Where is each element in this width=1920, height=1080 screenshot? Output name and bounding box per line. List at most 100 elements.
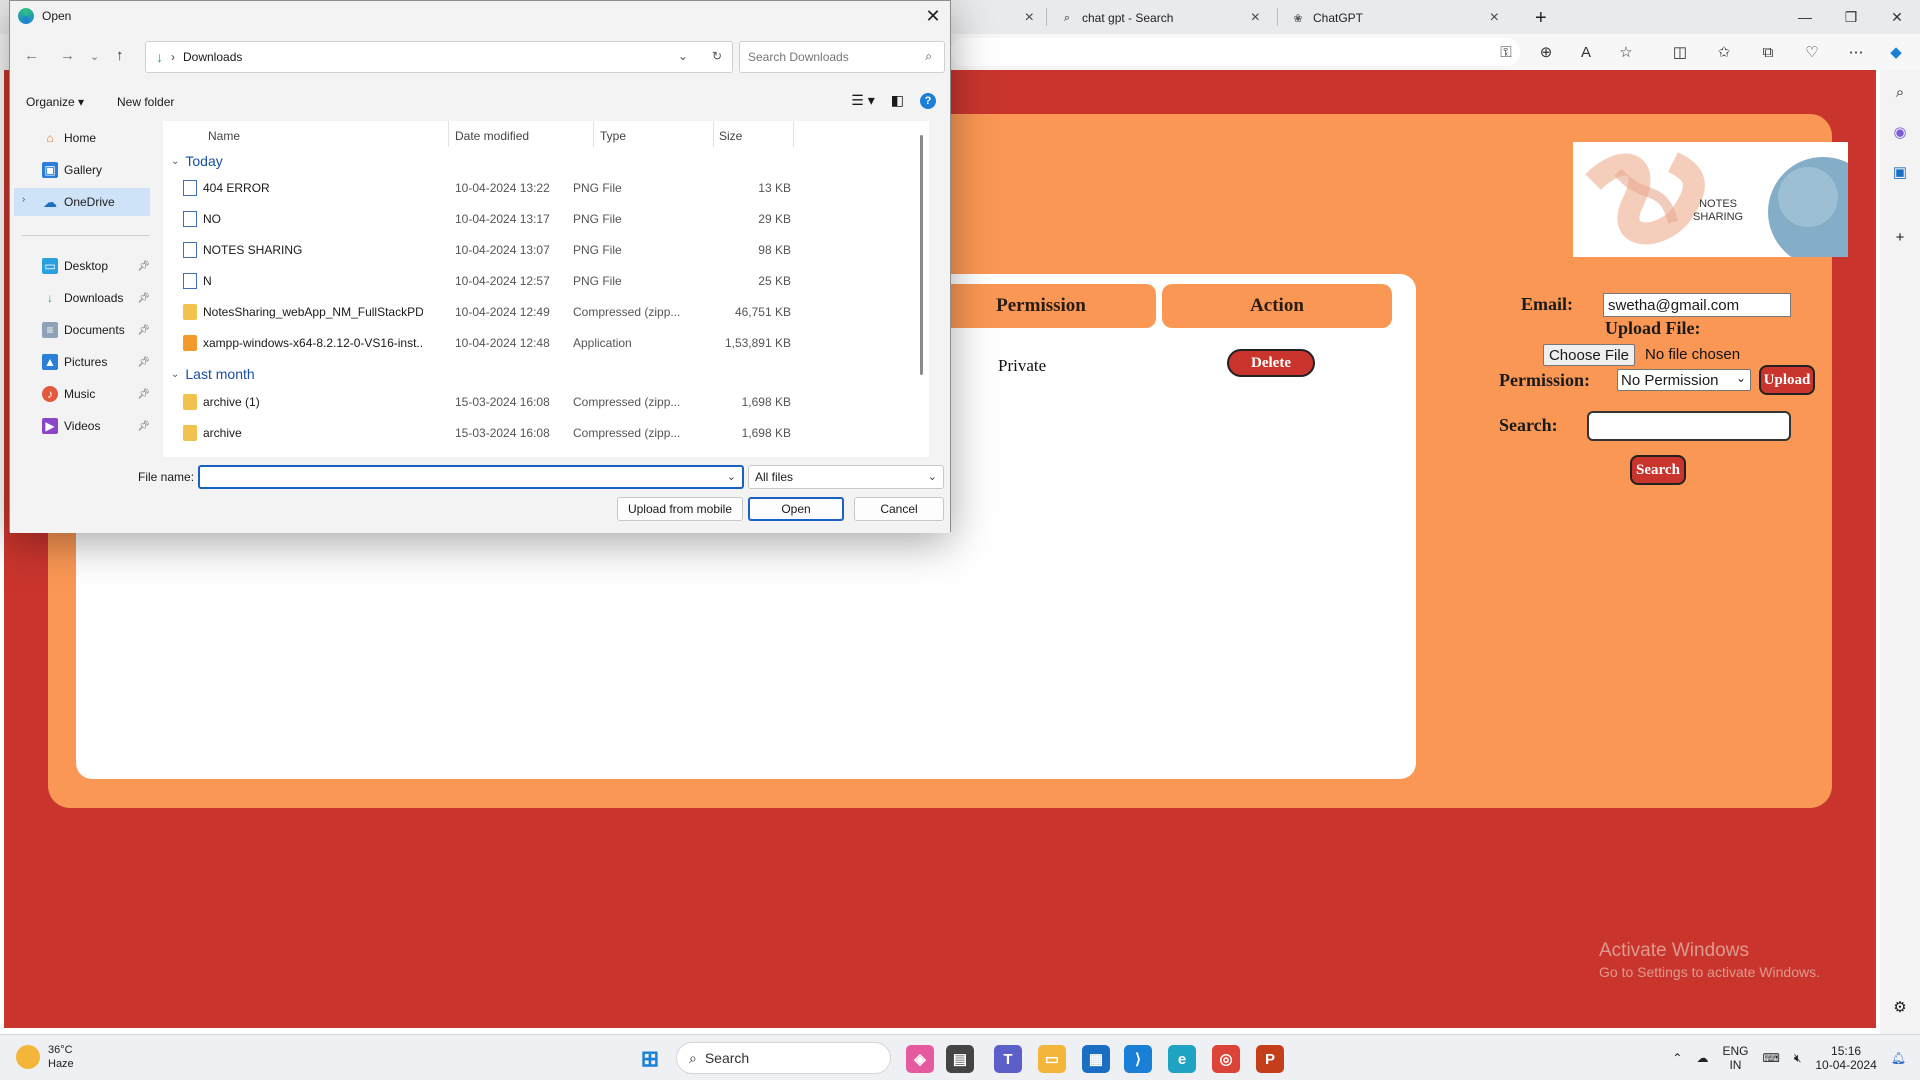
- file-row[interactable]: NO 10-04-2024 13:17 PNG File 29 KB: [183, 206, 791, 232]
- sidebar-item-videos[interactable]: ▶ Videos 📌︎: [42, 413, 150, 439]
- clock[interactable]: 15:16 10-04-2024: [1815, 1044, 1876, 1072]
- weather-widget[interactable]: 36°C Haze: [16, 1043, 74, 1071]
- recent-chevron-icon[interactable]: ⌄: [90, 50, 99, 63]
- region-code: IN: [1729, 1058, 1742, 1072]
- taskbar-search[interactable]: ⌕ Search: [676, 1042, 891, 1074]
- breadcrumb[interactable]: ↓ › Downloads ⌄ ↻: [145, 41, 733, 73]
- forward-arrow-icon[interactable]: →: [60, 47, 75, 64]
- restore-icon[interactable]: ❐: [1828, 0, 1874, 34]
- file-row[interactable]: archive 15-03-2024 16:08 Compressed (zipp.…: [183, 420, 791, 446]
- column-header-name[interactable]: Name: [208, 129, 240, 143]
- outlook-icon[interactable]: ▣: [1888, 160, 1912, 184]
- sidebar-item-downloads[interactable]: ↓ Downloads 📌︎: [42, 285, 150, 311]
- search-icon[interactable]: ⌕: [1888, 80, 1912, 104]
- start-windows-icon[interactable]: ⊞: [636, 1045, 664, 1073]
- open-button[interactable]: Open: [748, 497, 844, 521]
- close-tab-icon[interactable]: ×: [1251, 9, 1260, 27]
- upload-button[interactable]: Upload: [1759, 365, 1815, 395]
- tab-chatgpt[interactable]: ❀ ChatGPT ×: [1281, 2, 1509, 34]
- language-indicator[interactable]: ENG IN: [1722, 1044, 1748, 1072]
- file-row[interactable]: xampp-windows-x64-8.2.12-0-VS16-inst... 1…: [183, 330, 791, 356]
- chevron-down-icon[interactable]: ⌄: [678, 49, 688, 63]
- group-header-last-month[interactable]: ⌄ Last month: [171, 366, 255, 382]
- column-header-size[interactable]: Size: [719, 129, 742, 143]
- chevron-down-icon[interactable]: ⌄: [727, 470, 736, 483]
- up-arrow-icon[interactable]: ↑: [116, 47, 124, 64]
- close-icon[interactable]: ✕: [922, 5, 944, 27]
- copilot-icon[interactable]: ◆: [1884, 40, 1908, 64]
- file-row[interactable]: 404 ERROR 10-04-2024 13:22 PNG File 13 KB: [183, 175, 791, 201]
- organize-button[interactable]: Organize ▾: [26, 95, 84, 109]
- file-explorer-icon[interactable]: ▭: [1038, 1045, 1066, 1073]
- powerpoint-icon[interactable]: P: [1256, 1045, 1284, 1073]
- delete-button[interactable]: Delete: [1227, 349, 1315, 377]
- preview-pane-icon[interactable]: ◧: [891, 92, 904, 109]
- volume-muted-icon[interactable]: 🔇︎: [1794, 1051, 1802, 1065]
- search-input[interactable]: [1587, 411, 1791, 441]
- store-icon[interactable]: ▦: [1082, 1045, 1110, 1073]
- task-view-icon[interactable]: ▤: [946, 1045, 974, 1073]
- close-tab-icon[interactable]: ×: [1025, 9, 1034, 27]
- wifi-icon[interactable]: ⌨: [1762, 1051, 1779, 1065]
- address-bar[interactable]: [950, 38, 1520, 66]
- column-header-date[interactable]: Date modified: [455, 129, 529, 143]
- collections-icon[interactable]: ⧉: [1756, 40, 1780, 64]
- vscode-icon[interactable]: ⟩: [1124, 1045, 1152, 1073]
- file-name-input[interactable]: ⌄: [198, 465, 744, 489]
- column-header-type[interactable]: Type: [600, 129, 626, 143]
- sidebar-item-home[interactable]: ⌂ Home: [42, 125, 150, 151]
- browser-essentials-icon[interactable]: ♡: [1800, 40, 1824, 64]
- teams-icon[interactable]: T: [994, 1045, 1022, 1073]
- favorites-icon[interactable]: ✩: [1712, 40, 1736, 64]
- edge-icon[interactable]: e: [1168, 1045, 1196, 1073]
- tab-hidden[interactable]: ×: [960, 2, 1044, 34]
- tab-chat-gpt-search[interactable]: ⌕ chat gpt - Search ×: [1050, 2, 1270, 34]
- sidebar-item-music[interactable]: ♪ Music 📌︎: [42, 381, 150, 407]
- search-downloads-input[interactable]: Search Downloads ⌕: [739, 41, 945, 73]
- key-icon[interactable]: ⚿: [1494, 40, 1518, 64]
- sidebar-item-documents[interactable]: ≡ Documents 📌︎: [42, 317, 150, 343]
- tab-separator: [1046, 8, 1047, 26]
- new-tab-button[interactable]: +: [1525, 2, 1555, 34]
- shopping-icon[interactable]: ◉: [1888, 120, 1912, 144]
- chevron-up-icon[interactable]: ⌃: [1672, 1051, 1682, 1065]
- expand-chevron-icon[interactable]: ›: [22, 194, 25, 205]
- view-options-icon[interactable]: ☰ ▾: [851, 92, 874, 109]
- permission-select[interactable]: No Permission ⌄: [1617, 369, 1751, 391]
- back-arrow-icon[interactable]: ←: [24, 47, 39, 64]
- favorite-star-icon[interactable]: ☆: [1614, 40, 1638, 64]
- upload-from-mobile-button[interactable]: Upload from mobile: [617, 497, 743, 521]
- choose-file-button[interactable]: Choose File: [1543, 344, 1635, 366]
- sidebar-item-gallery[interactable]: ▣ Gallery: [42, 157, 150, 183]
- network-icon[interactable]: ☁: [1696, 1051, 1708, 1065]
- sidebar-item-pictures[interactable]: ▲ Pictures 📌︎: [42, 349, 150, 375]
- file-row[interactable]: NotesSharing_webApp_NM_FullStackPDj... 10…: [183, 299, 791, 325]
- notification-bell-icon[interactable]: 🔔︎: [1891, 1051, 1906, 1065]
- copilot-app-icon[interactable]: ◈: [906, 1045, 934, 1073]
- split-screen-icon[interactable]: ◫: [1668, 40, 1692, 64]
- read-aloud-icon[interactable]: A: [1574, 40, 1598, 64]
- sidebar-item-onedrive[interactable]: ☁ OneDrive: [42, 189, 150, 215]
- help-icon[interactable]: ?: [920, 92, 936, 109]
- add-icon[interactable]: +: [1888, 225, 1912, 249]
- group-header-today[interactable]: ⌄ Today: [171, 153, 223, 169]
- sidebar-item-desktop[interactable]: ▭ Desktop 📌︎: [42, 253, 150, 279]
- zoom-icon[interactable]: ⊕: [1534, 40, 1558, 64]
- file-row[interactable]: NOTES SHARING 10-04-2024 13:07 PNG File 98 …: [183, 237, 791, 263]
- close-window-icon[interactable]: ✕: [1874, 0, 1920, 34]
- more-menu-icon[interactable]: ⋯: [1844, 40, 1868, 64]
- minimize-icon[interactable]: —: [1782, 0, 1828, 34]
- email-input[interactable]: swetha@gmail.com: [1603, 293, 1791, 317]
- search-button[interactable]: Search: [1630, 455, 1686, 485]
- cancel-button[interactable]: Cancel: [854, 497, 944, 521]
- vertical-scrollbar[interactable]: [920, 135, 923, 375]
- file-type-filter[interactable]: All files ⌄: [748, 465, 944, 489]
- chrome-icon[interactable]: ◎: [1212, 1045, 1240, 1073]
- file-row[interactable]: N 10-04-2024 12:57 PNG File 25 KB: [183, 268, 791, 294]
- breadcrumb-downloads[interactable]: Downloads: [183, 50, 242, 64]
- settings-gear-icon[interactable]: ⚙: [1888, 995, 1912, 1019]
- close-tab-icon[interactable]: ×: [1490, 9, 1499, 27]
- file-row[interactable]: archive (1) 15-03-2024 16:08 Compressed (z…: [183, 389, 791, 415]
- refresh-icon[interactable]: ↻: [712, 49, 722, 63]
- new-folder-button[interactable]: New folder: [117, 95, 174, 109]
